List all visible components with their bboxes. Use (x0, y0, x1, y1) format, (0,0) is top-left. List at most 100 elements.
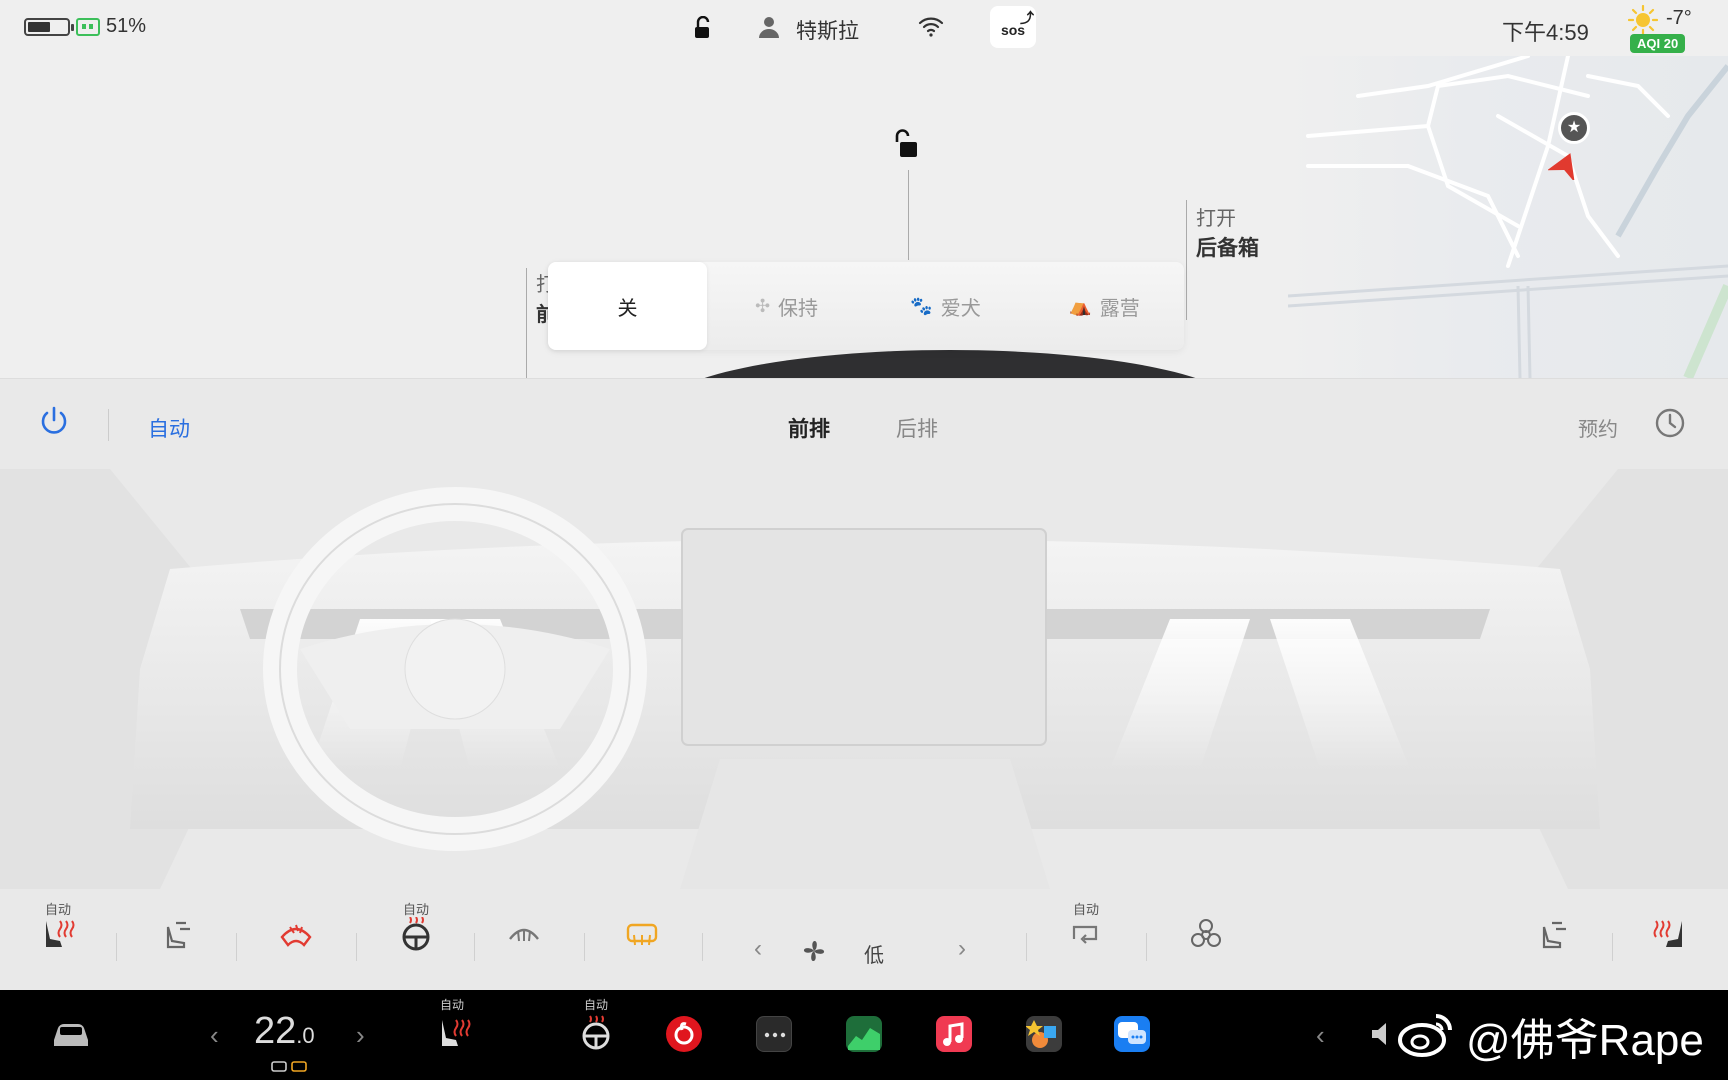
sos-button[interactable]: sos (990, 0, 1036, 48)
mode-camp[interactable]: ⛺ 露营 (1025, 262, 1184, 350)
music-app-icon[interactable] (936, 1016, 972, 1052)
netease-music-app-icon[interactable] (666, 1016, 702, 1052)
driver-airflow[interactable] (146, 899, 206, 979)
tent-icon: ⛺ (1069, 295, 1092, 316)
car-lock-icon[interactable] (892, 128, 922, 160)
divider (108, 409, 109, 441)
front-defrost-icon (280, 924, 312, 947)
auto-tag: 自动 (402, 902, 429, 917)
temperature-decimal: .0 (296, 1023, 315, 1048)
car-icon[interactable] (50, 1018, 92, 1050)
watermark-text: @佛爷Rape (1466, 1016, 1704, 1065)
trunk-label[interactable]: 后备箱 (1196, 232, 1259, 262)
divider (356, 933, 357, 961)
battery-icon (24, 18, 74, 36)
temperature-value: 22 (254, 1010, 297, 1052)
battery-fill (28, 22, 50, 32)
seat-heater-icon[interactable] (436, 1016, 472, 1050)
charging-icon (76, 18, 100, 36)
auto-tag: 自动 (44, 902, 71, 917)
fan-icon: ✣ (754, 295, 771, 316)
driver-seat-heat[interactable]: 自动 (28, 899, 88, 979)
recirculation-icon (1072, 925, 1098, 944)
status-bar: 51% 特斯拉 sos 下午4:59 -7° AQI 20 (0, 0, 1728, 56)
divider (116, 933, 117, 961)
tab-rear-row[interactable]: 后排 (896, 413, 938, 443)
climate-controls: 自动 自动 ‹ 低 › 自动 (0, 899, 1728, 979)
trunk-callout-line (1186, 200, 1187, 320)
seat-heater-icon (46, 920, 75, 947)
outside-temperature: -7° (1666, 7, 1692, 29)
cabin-interior-image (0, 469, 1728, 889)
divider (1146, 933, 1147, 961)
clock-icon[interactable] (1654, 407, 1686, 439)
mode-keep-label: 保持 (778, 297, 819, 320)
profile-icon[interactable] (758, 15, 780, 39)
steering-heater-icon[interactable] (578, 1014, 614, 1050)
mode-dog[interactable]: 🐾 爱犬 (866, 262, 1025, 350)
messages-app-icon[interactable] (1114, 1016, 1150, 1052)
fan-increase-icon[interactable]: › (958, 935, 966, 963)
front-defrost[interactable] (266, 899, 326, 979)
bioweapon-defense[interactable] (1176, 899, 1236, 979)
power-icon[interactable] (38, 405, 70, 437)
navigation-arrow-icon (1548, 153, 1575, 180)
wifi-icon (918, 17, 944, 37)
rear-defrost-icon (626, 923, 658, 946)
dock-bar: ‹ 22.0 › 自动 自动 ‹ @佛爷Rape (0, 990, 1728, 1080)
divider (236, 933, 237, 961)
defog-icon (509, 928, 539, 942)
passenger-seat-heat[interactable] (1640, 899, 1700, 979)
weibo-logo-icon (1398, 1014, 1452, 1057)
mini-map[interactable]: ★ (1288, 56, 1728, 378)
tab-front-row[interactable]: 前排 (788, 413, 830, 443)
sun-icon (1628, 5, 1658, 35)
temp-decrease-icon[interactable]: ‹ (210, 1020, 219, 1051)
auto-tag: 自动 (1072, 902, 1099, 917)
auto-tag: 自动 (440, 998, 465, 1012)
volume-decrease-icon[interactable]: ‹ (1316, 1020, 1325, 1051)
auto-tag: 自动 (584, 998, 609, 1012)
fan-speed-value: 低 (864, 945, 884, 967)
profile-name[interactable]: 特斯拉 (796, 15, 859, 45)
rear-defrost[interactable] (612, 899, 672, 979)
biohazard-icon (1191, 919, 1221, 947)
steering-wheel-heat[interactable]: 自动 (386, 899, 446, 979)
divider (474, 933, 475, 961)
mode-camp-label: 露营 (1099, 297, 1140, 320)
mode-dog-label: 爱犬 (940, 297, 981, 320)
toybox-app-icon[interactable] (1025, 1016, 1062, 1052)
climate-panel: 自动 前排 后排 预约 自动 自动 ‹ 低 › 自动 (0, 378, 1728, 990)
seat-airflow-icon (166, 921, 190, 949)
recirculation[interactable]: 自动 (1056, 899, 1116, 979)
schedule-button[interactable]: 预约 (1578, 413, 1618, 442)
map-roads (1288, 56, 1728, 378)
favorite-pin-icon[interactable]: ★ (1558, 112, 1590, 144)
auto-button[interactable]: 自动 (148, 413, 190, 443)
divider (1026, 933, 1027, 961)
paw-icon: 🐾 (910, 295, 933, 316)
trunk-open-label[interactable]: 打开 (1196, 202, 1236, 231)
divider (702, 933, 703, 961)
mode-off-label: 关 (617, 297, 638, 320)
seat-heater-icon (1653, 920, 1682, 947)
more-apps-icon[interactable] (756, 1016, 792, 1052)
clock: 下午4:59 (1502, 20, 1589, 45)
divider (584, 933, 585, 961)
seat-airflow-icon (1542, 921, 1566, 949)
unlock-icon[interactable] (692, 16, 714, 40)
aqi-badge: AQI 20 (1630, 34, 1686, 53)
energy-app-icon[interactable] (846, 1016, 882, 1052)
fan-decrease-icon[interactable]: ‹ (754, 935, 762, 963)
windshield-defog[interactable] (494, 899, 554, 979)
steering-heater-icon (402, 917, 430, 951)
passenger-airflow[interactable] (1522, 899, 1582, 979)
climate-mode-selector: 关 ✣ 保持 🐾 爱犬 ⛺ 露营 (548, 262, 1184, 350)
mode-off[interactable]: 关 (548, 262, 707, 350)
temp-increase-icon[interactable]: › (356, 1020, 365, 1051)
defrost-status-icon (271, 1061, 307, 1072)
frunk-callout-line (526, 268, 527, 378)
battery-percent: 51% (106, 15, 147, 37)
mode-keep[interactable]: ✣ 保持 (707, 262, 866, 350)
fan-icon (803, 940, 825, 962)
